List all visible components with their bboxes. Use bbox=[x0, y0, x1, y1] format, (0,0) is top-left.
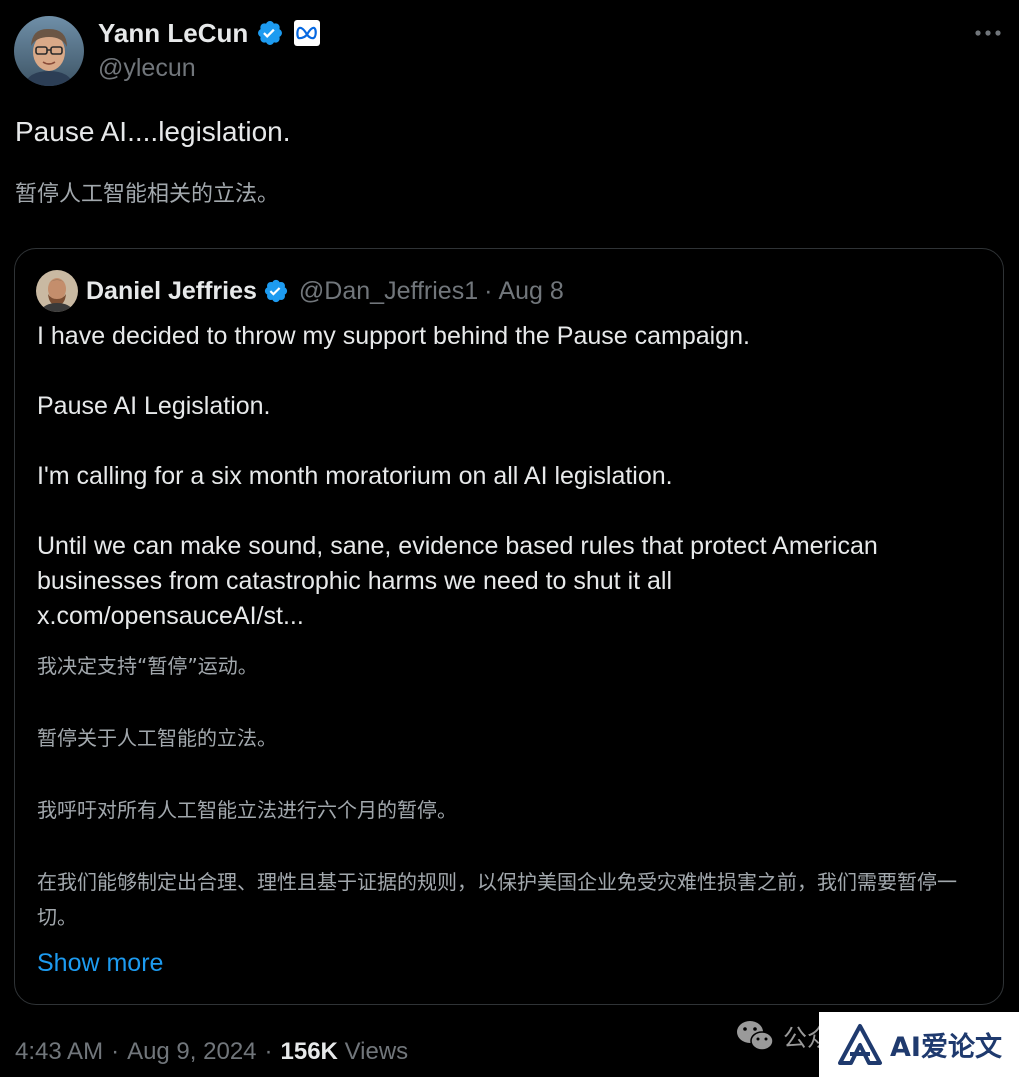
tweet-date[interactable]: Aug 9, 2024 bbox=[127, 1038, 256, 1066]
views-count: 156K bbox=[280, 1038, 338, 1065]
tweet-time[interactable]: 4:43 AM bbox=[15, 1038, 103, 1066]
meta-infinity-icon bbox=[296, 26, 318, 40]
tweet-text: Pause AI....legislation. bbox=[15, 116, 291, 147]
verified-badge-icon bbox=[264, 279, 288, 303]
quoted-paragraph: I have decided to throw my support behin… bbox=[37, 322, 750, 350]
quoted-date[interactable]: Aug 8 bbox=[498, 277, 563, 306]
meta-separator: · bbox=[264, 1038, 273, 1065]
quoted-translation: 我决定支持“暂停”运动。 暂停关于人工智能的立法。 我呼吁对所有人工智能立法进行… bbox=[37, 649, 987, 935]
wechat-icon bbox=[737, 1020, 774, 1051]
author-name[interactable]: Yann LeCun bbox=[98, 18, 248, 49]
quoted-link[interactable]: x.com/opensauceAI/st... bbox=[37, 599, 987, 634]
watermark-logo-icon bbox=[838, 1023, 883, 1065]
author-avatar-image bbox=[14, 16, 84, 86]
quoted-separator: · bbox=[484, 276, 493, 305]
quoted-paragraph: I'm calling for a six month moratorium o… bbox=[37, 462, 673, 490]
show-more-link[interactable]: Show more bbox=[37, 949, 163, 978]
quoted-paragraph: Pause AI Legislation. bbox=[37, 392, 271, 420]
more-options-button[interactable] bbox=[973, 20, 1003, 46]
verified-badge-icon bbox=[258, 21, 283, 45]
translation-paragraph: 在我们能够制定出合理、理性且基于证据的规则，以保护美国企业免受灾难性损害之前，我… bbox=[37, 870, 957, 929]
meta-separator: · bbox=[111, 1038, 120, 1065]
wechat-watermark: 公众 bbox=[735, 1018, 831, 1053]
quoted-header[interactable]: Daniel Jeffries @Dan_Jeffries1 · Aug 8 bbox=[86, 273, 564, 309]
quoted-author-handle[interactable]: @Dan_Jeffries1 bbox=[299, 277, 478, 306]
quoted-text: I have decided to throw my support behin… bbox=[37, 319, 987, 634]
tweet-translation: 暂停人工智能相关的立法。 bbox=[15, 182, 280, 207]
quoted-paragraph: Until we can make sound, sane, evidence … bbox=[37, 532, 878, 595]
quoted-tweet-card[interactable]: Daniel Jeffries @Dan_Jeffries1 · Aug 8 I… bbox=[14, 248, 1004, 1005]
meta-logo-icon[interactable] bbox=[294, 20, 321, 46]
translation-paragraph: 暂停关于人工智能的立法。 bbox=[37, 726, 277, 750]
translation-paragraph: 我呼吁对所有人工智能立法进行六个月的暂停。 bbox=[37, 798, 457, 822]
quoted-author-avatar[interactable] bbox=[36, 270, 78, 312]
quoted-avatar-image bbox=[36, 270, 78, 312]
watermark-badge: AI爱论文 bbox=[819, 1012, 1019, 1077]
author-name-row[interactable]: Yann LeCun bbox=[98, 16, 321, 50]
watermark-badge-text: AI爱论文 bbox=[890, 1032, 1002, 1063]
views-label: Views bbox=[344, 1038, 409, 1065]
tweet-meta: 4:43 AM · Aug 9, 2024 · 156K Views bbox=[15, 1038, 408, 1066]
translation-paragraph: 我决定支持“暂停”运动。 bbox=[37, 654, 258, 678]
more-horizontal-icon bbox=[975, 30, 1001, 36]
author-handle[interactable]: @ylecun bbox=[98, 54, 196, 83]
author-avatar[interactable] bbox=[14, 16, 84, 86]
quoted-author-name[interactable]: Daniel Jeffries bbox=[86, 277, 257, 306]
